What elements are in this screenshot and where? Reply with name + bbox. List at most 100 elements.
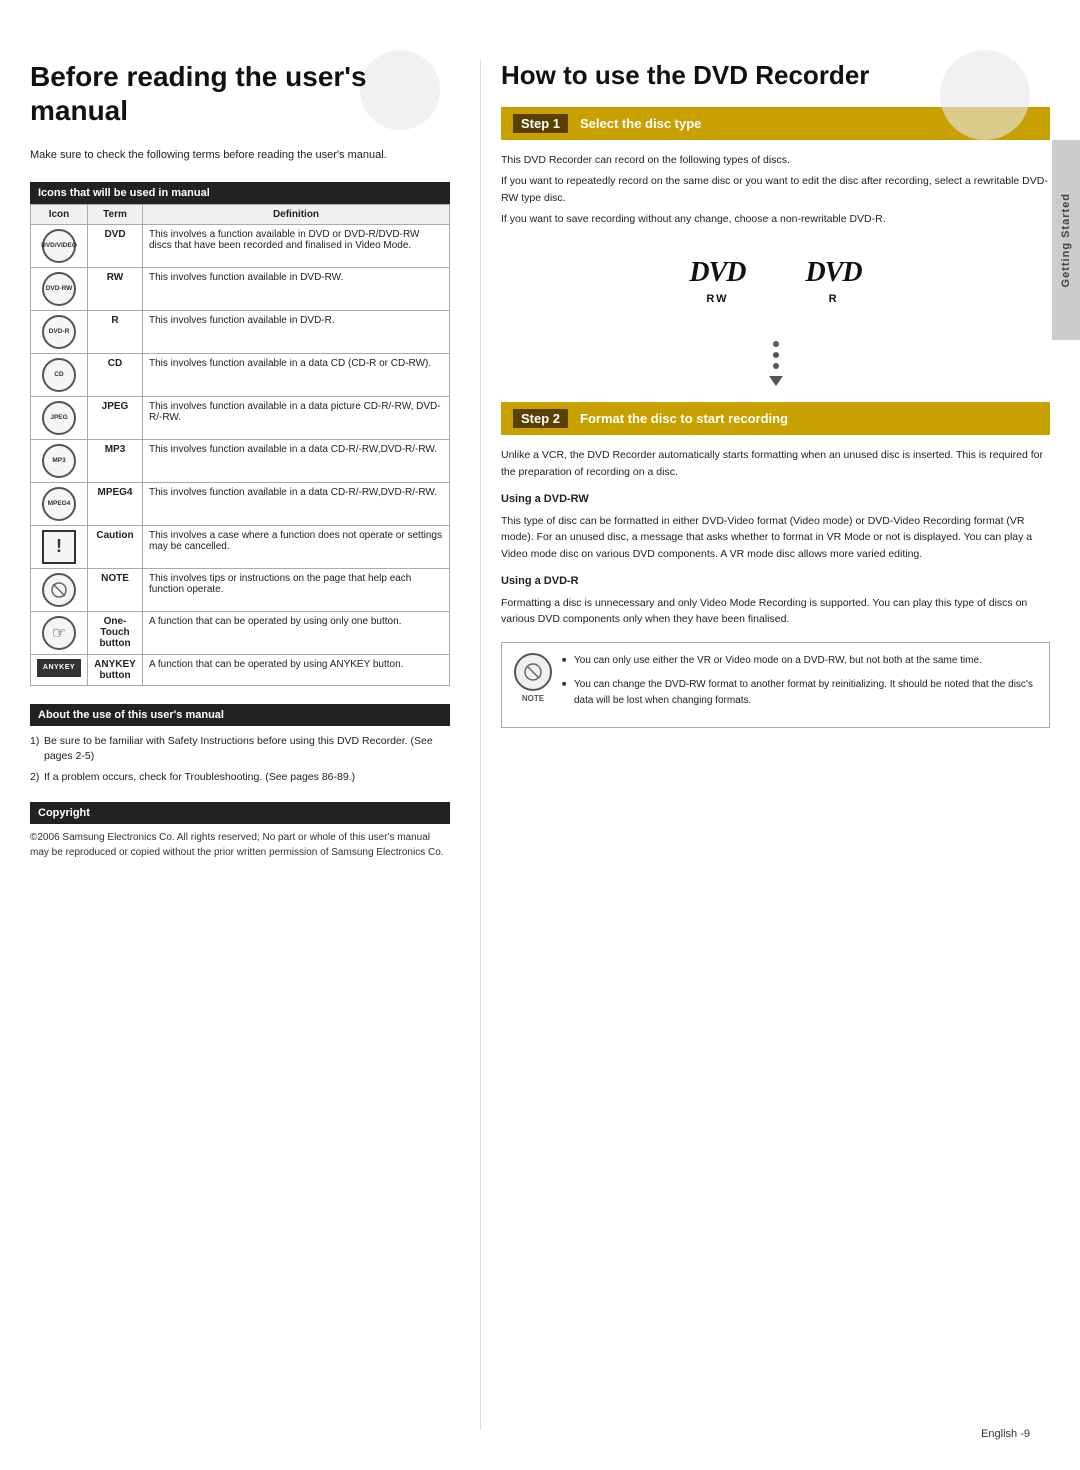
step1-desc1: This DVD Recorder can record on the foll…: [501, 152, 1050, 169]
table-row: JPEGJPEGThis involves function available…: [31, 396, 450, 439]
using-dvdrw-title: Using a DVD-RW: [501, 491, 1050, 509]
copyright-section: Copyright ©2006 Samsung Electronics Co. …: [30, 802, 450, 860]
using-dvdr-title: Using a DVD-R: [501, 573, 1050, 591]
note-box: NOTE You can only use either the VR or V…: [501, 642, 1050, 728]
definition-cell: This involves tips or instructions on th…: [143, 568, 450, 611]
term-cell: DVD: [88, 224, 143, 267]
icon-circle: JPEG: [42, 401, 76, 435]
icon-circle: MPEG4: [42, 487, 76, 521]
definition-cell: This involves function available in a da…: [143, 353, 450, 396]
dvd-rw-label: RW: [706, 293, 728, 305]
dots-separator: [501, 325, 1050, 402]
definition-cell: This involves a case where a function do…: [143, 525, 450, 568]
table-row: MP3MP3This involves function available i…: [31, 439, 450, 482]
icons-table: Icon Term Definition DVD/VIDEODVDThis in…: [30, 204, 450, 686]
term-cell: MPEG4: [88, 482, 143, 525]
icon-exclaim: !: [42, 530, 76, 564]
dot1: [773, 341, 779, 347]
icon-cell: ☞: [31, 611, 88, 654]
definition-cell: This involves function available in a da…: [143, 439, 450, 482]
icon-cell: ANYKEY: [31, 654, 88, 685]
term-cell: NOTE: [88, 568, 143, 611]
icon-circle: DVD-R: [42, 315, 76, 349]
icon-cell: MP3: [31, 439, 88, 482]
note-list: You can only use either the VR or Video …: [562, 653, 1037, 709]
definition-cell: A function that can be operated by using…: [143, 611, 450, 654]
table-row: DVD-RRThis involves function available i…: [31, 310, 450, 353]
step1-desc: This DVD Recorder can record on the foll…: [501, 152, 1050, 227]
intro-text: Make sure to check the following terms b…: [30, 147, 450, 164]
table-row: ANYKEY ANYKEY buttonA function that can b…: [31, 654, 450, 685]
step1-desc3: If you want to save recording without an…: [501, 211, 1050, 228]
note-label: NOTE: [522, 693, 544, 706]
step1-label: Select the disc type: [580, 116, 701, 131]
footer-text: English -9: [981, 1428, 1030, 1440]
table-row: MPEG4MPEG4This involves function availab…: [31, 482, 450, 525]
term-cell: JPEG: [88, 396, 143, 439]
sidebar-tab: Getting Started: [1052, 140, 1080, 340]
definition-cell: This involves a function available in DV…: [143, 224, 450, 267]
sidebar-tab-label: Getting Started: [1060, 193, 1072, 287]
about-section: About the use of this user's manual Be s…: [30, 704, 450, 786]
col-term: Term: [88, 204, 143, 224]
icon-cell: DVD-RW: [31, 267, 88, 310]
term-cell: CD: [88, 353, 143, 396]
dvd-r-label: R: [829, 293, 839, 305]
step2-desc: Unlike a VCR, the DVD Recorder automatic…: [501, 447, 1050, 628]
step2-number: Step 2: [513, 409, 568, 428]
definition-cell: A function that can be operated by using…: [143, 654, 450, 685]
list-item: You can only use either the VR or Video …: [562, 653, 1037, 669]
using-dvdrw-text: This type of disc can be formatted in ei…: [501, 513, 1050, 563]
left-title-area: Before reading the user's manual: [30, 60, 450, 127]
step2-header: Step 2 Format the disc to start recordin…: [501, 402, 1050, 435]
dvd-rw-logo: DVD RW: [689, 257, 745, 305]
list-item: Be sure to be familiar with Safety Instr…: [30, 734, 450, 766]
left-column: Before reading the user's manual Make su…: [30, 60, 480, 1430]
definition-cell: This involves function available in a da…: [143, 482, 450, 525]
table-row: CDCDThis involves function available in …: [31, 353, 450, 396]
icon-cell: [31, 568, 88, 611]
step1-desc2: If you want to repeatedly record on the …: [501, 173, 1050, 207]
term-cell: Caution: [88, 525, 143, 568]
table-row: NOTEThis involves tips or instructions o…: [31, 568, 450, 611]
col-definition: Definition: [143, 204, 450, 224]
list-item: If a problem occurs, check for Troublesh…: [30, 770, 450, 786]
dvd-r-logo: DVD R: [806, 257, 862, 305]
footer: English -9: [981, 1428, 1030, 1440]
table-row: DVD-RWRWThis involves function available…: [31, 267, 450, 310]
table-row: ! CautionThis involves a case where a fun…: [31, 525, 450, 568]
step1-number: Step 1: [513, 114, 568, 133]
icons-section: Icons that will be used in manual Icon T…: [30, 182, 450, 686]
table-row: ☞One-Touch buttonA function that can be …: [31, 611, 450, 654]
about-list: Be sure to be familiar with Safety Instr…: [30, 734, 450, 786]
note-content: You can only use either the VR or Video …: [562, 653, 1037, 717]
list-item: You can change the DVD-RW format to anot…: [562, 677, 1037, 709]
copyright-text: ©2006 Samsung Electronics Co. All rights…: [30, 830, 450, 860]
copyright-header: Copyright: [30, 802, 450, 824]
dvd-logos-container: DVD RW DVD R: [501, 247, 1050, 315]
icon-circle: DVD/VIDEO: [42, 229, 76, 263]
right-column: How to use the DVD Recorder Step 1 Selec…: [480, 60, 1050, 1430]
term-cell: One-Touch button: [88, 611, 143, 654]
icon-cell: CD: [31, 353, 88, 396]
step2-label: Format the disc to start recording: [580, 411, 788, 426]
dot3: [773, 363, 779, 369]
icon-cell: DVD-R: [31, 310, 88, 353]
icon-cell: DVD/VIDEO: [31, 224, 88, 267]
note-icon-area: NOTE: [514, 653, 552, 706]
icon-note: [42, 573, 76, 607]
icon-cell: !: [31, 525, 88, 568]
left-main-title: Before reading the user's manual: [30, 60, 450, 127]
dot2: [773, 352, 779, 358]
step2-description: Unlike a VCR, the DVD Recorder automatic…: [501, 447, 1050, 481]
term-cell: ANYKEY button: [88, 654, 143, 685]
term-cell: RW: [88, 267, 143, 310]
dvd-r-text: DVD: [806, 257, 862, 289]
definition-cell: This involves function available in DVD-…: [143, 267, 450, 310]
icon-circle: CD: [42, 358, 76, 392]
right-title-area: How to use the DVD Recorder: [501, 60, 1050, 91]
icon-anykey: ANYKEY: [37, 659, 81, 677]
table-row: DVD/VIDEO DVDThis involves a function ava…: [31, 224, 450, 267]
note-icon: [514, 653, 552, 691]
icons-section-header: Icons that will be used in manual: [30, 182, 450, 204]
